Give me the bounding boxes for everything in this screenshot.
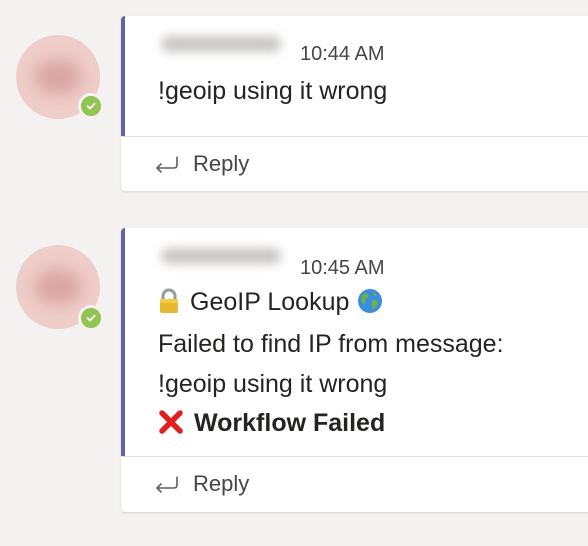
red-x-icon <box>159 410 183 434</box>
presence-available-icon <box>78 93 104 119</box>
message-timestamp: 10:45 AM <box>300 257 385 279</box>
reply-label: Reply <box>193 471 250 496</box>
reply-button[interactable]: Reply <box>121 136 588 191</box>
message-text: !geoip using it wrong <box>158 77 388 105</box>
reply-arrow-icon <box>156 476 178 493</box>
message-card: 10:44 AM !geoip using it wrong Reply <box>121 16 588 191</box>
globe-icon <box>358 289 383 313</box>
workflow-status-text: Workflow Failed <box>194 409 386 437</box>
message-timestamp: 10:44 AM <box>300 43 385 65</box>
reply-button[interactable]: Reply <box>121 456 588 511</box>
message-header: GeoIP Lookup <box>158 288 383 317</box>
message-card: 10:45 AM GeoIP Lookup Failed to find IP … <box>121 228 588 512</box>
reply-label: Reply <box>193 151 250 176</box>
presence-available-icon <box>78 305 104 331</box>
message-header-text: GeoIP Lookup <box>190 288 350 316</box>
lock-icon <box>160 288 178 313</box>
workflow-status: Workflow Failed <box>158 409 385 438</box>
message-body: 10:45 AM GeoIP Lookup Failed to find IP … <box>121 228 588 456</box>
message-text: !geoip using it wrong <box>158 370 388 398</box>
message-text: Failed to find IP from message: <box>158 330 504 358</box>
message-body: 10:44 AM !geoip using it wrong <box>121 16 588 136</box>
reply-arrow-icon <box>156 156 178 173</box>
sender-name <box>161 248 281 264</box>
sender-name <box>161 36 281 52</box>
